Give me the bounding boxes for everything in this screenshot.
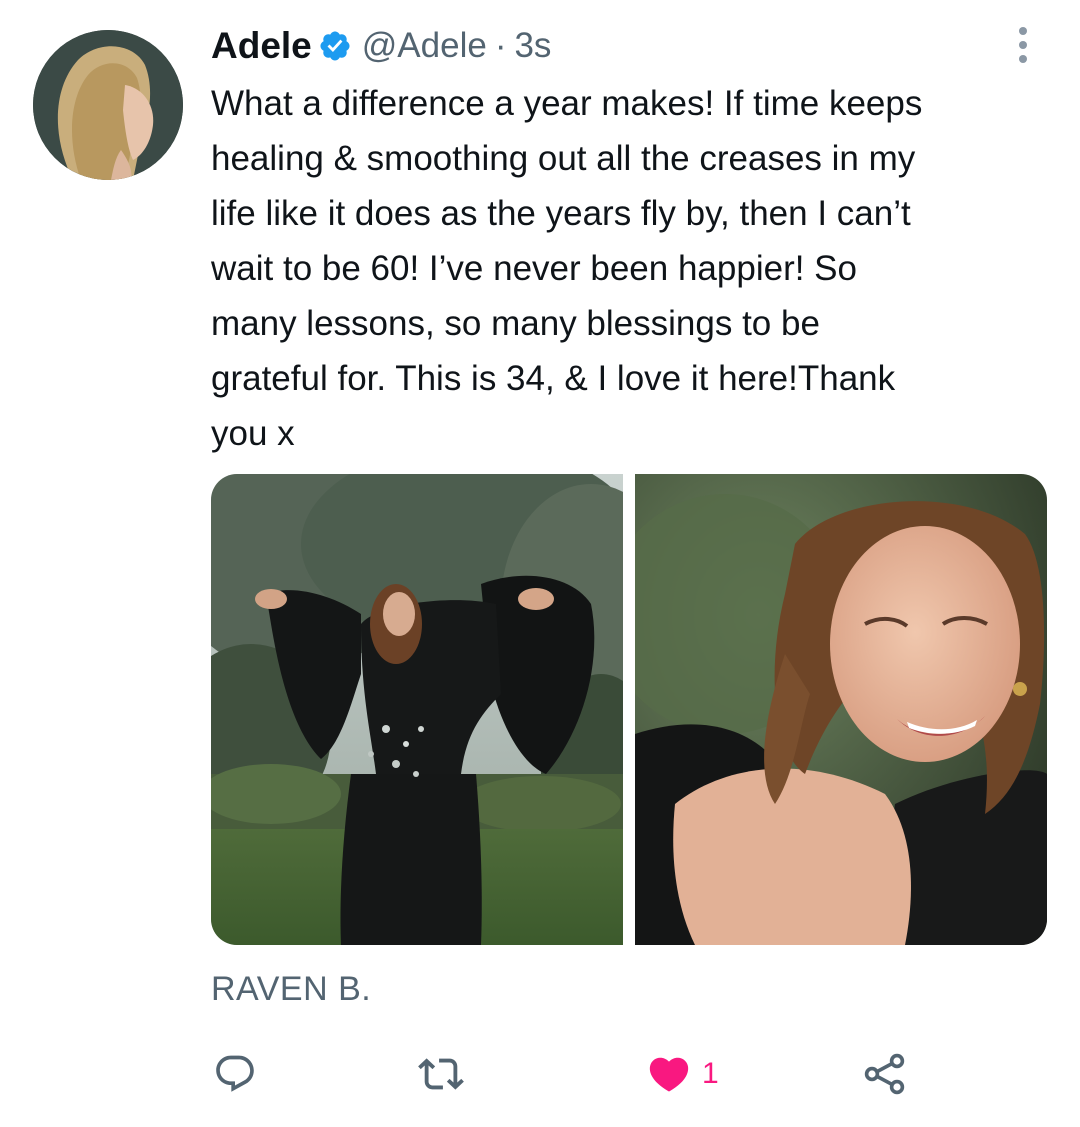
verified-badge-icon [320, 31, 350, 61]
share-icon [864, 1053, 905, 1095]
tweet-text-line: wait to be 60! I’ve never been happier! … [211, 249, 857, 288]
author-handle[interactable]: @Adele [362, 26, 487, 66]
tweet-timestamp[interactable]: 3s [514, 26, 551, 66]
like-count: 1 [702, 1057, 719, 1090]
retweet-button[interactable] [418, 1048, 464, 1100]
tweet-text: What a difference a year makes! If time … [211, 76, 1061, 461]
reply-icon [216, 1055, 254, 1092]
photo-left-image [211, 474, 623, 945]
tweet-header: Adele @Adele · 3s [211, 25, 551, 67]
tweet-text-line: you x [211, 414, 295, 453]
photo-credit: RAVEN B. [211, 970, 372, 1008]
photo-right-image [635, 474, 1047, 945]
like-button[interactable]: 1 [646, 1048, 719, 1100]
retweet-icon [418, 1058, 464, 1090]
tweet-text-line: life like it does as the years fly by, t… [211, 194, 911, 233]
more-options-icon[interactable] [1011, 26, 1035, 64]
author-name[interactable]: Adele [211, 25, 312, 67]
photo-woman-smiling-closeup[interactable] [635, 474, 1047, 945]
share-button[interactable] [861, 1048, 909, 1100]
reply-button[interactable] [213, 1048, 257, 1100]
tweet-text-line: many lessons, so many blessings to be [211, 304, 820, 343]
avatar-image [33, 30, 183, 180]
tweet-text-line: grateful for. This is 34, & I love it he… [211, 359, 896, 398]
separator-dot: · [494, 26, 507, 65]
avatar[interactable] [33, 30, 183, 180]
heart-filled-icon [649, 1057, 689, 1092]
tweet-text-line: What a difference a year makes! If time … [211, 84, 923, 123]
tweet-text-line: healing & smoothing out all the creases … [211, 139, 916, 178]
photo-woman-dancing-garden[interactable] [211, 474, 623, 945]
media-grid [211, 474, 1047, 945]
tweet-actions: 1 [0, 1048, 1080, 1100]
